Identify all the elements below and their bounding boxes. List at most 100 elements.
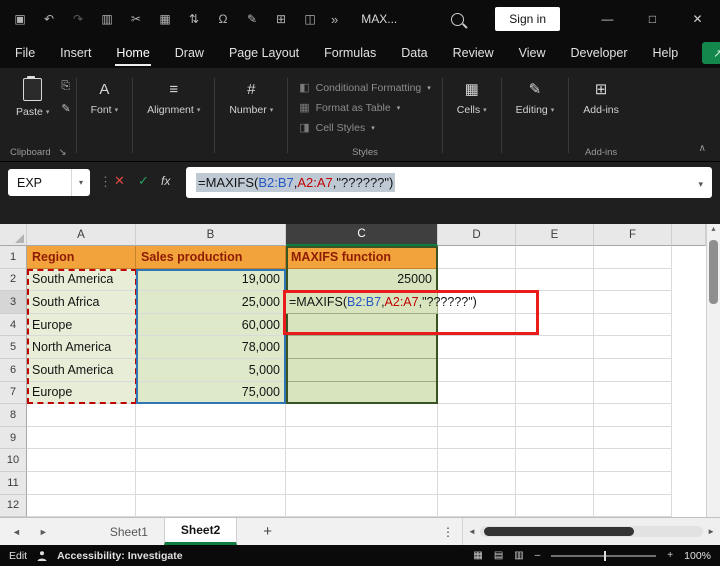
col-header-c[interactable]: C [286, 224, 438, 246]
grid-cell[interactable] [438, 246, 516, 269]
grid-cell[interactable] [438, 495, 516, 518]
grid-cell[interactable] [594, 246, 672, 269]
cell-A3[interactable]: South Africa [27, 291, 136, 314]
row-header-7[interactable]: 7 [0, 382, 27, 405]
grid-cell[interactable] [516, 495, 594, 518]
cell-A5[interactable]: North America [27, 336, 136, 359]
editing-button[interactable]: ✎ Editing▾ [507, 72, 564, 116]
vertical-scrollbar-thumb[interactable] [709, 240, 718, 304]
grid-cell[interactable] [594, 291, 672, 314]
cell-C4[interactable] [286, 314, 438, 337]
grid-cell[interactable] [438, 359, 516, 382]
cell-C1[interactable]: MAXIFS function [286, 246, 438, 269]
grid-cell[interactable] [136, 495, 286, 518]
tab-page-layout[interactable]: Page Layout [228, 40, 300, 66]
cell-B2[interactable]: 19,000 [136, 269, 286, 292]
grid-cell[interactable] [594, 359, 672, 382]
cut-icon[interactable]: ✂ [128, 12, 144, 26]
grid-cell[interactable] [516, 246, 594, 269]
draw-icon[interactable]: ✎ [244, 12, 260, 26]
tab-help[interactable]: Help [652, 40, 680, 66]
row-header-11[interactable]: 11 [0, 472, 27, 495]
tab-view[interactable]: View [518, 40, 547, 66]
minimize-button[interactable]: — [585, 0, 630, 38]
col-header-f[interactable]: F [594, 224, 672, 246]
cell-A4[interactable]: Europe [27, 314, 136, 337]
grid-cell[interactable] [27, 427, 136, 450]
picture-icon[interactable]: ▦ [157, 12, 173, 26]
cell-C7[interactable] [286, 382, 438, 405]
grid-cell[interactable] [438, 314, 516, 337]
row-header-12[interactable]: 12 [0, 495, 27, 518]
tab-developer[interactable]: Developer [570, 40, 629, 66]
tab-draw[interactable]: Draw [174, 40, 205, 66]
cell-A7[interactable]: Europe [27, 382, 136, 405]
grid-cell[interactable] [286, 404, 438, 427]
sign-in-button[interactable]: Sign in [495, 7, 560, 31]
grid-cell[interactable] [516, 314, 594, 337]
format-painter-icon[interactable]: ✎ [61, 102, 70, 115]
clipboard-dialog-launcher-icon[interactable]: ↘ [59, 147, 67, 158]
format-as-table-button[interactable]: ▦ Format as Table ▾ [299, 101, 431, 114]
scroll-left-icon[interactable]: ◄ [468, 527, 476, 536]
cell-B4[interactable]: 60,000 [136, 314, 286, 337]
accessibility-status[interactable]: Accessibility: Investigate [57, 550, 182, 562]
tab-formulas[interactable]: Formulas [323, 40, 377, 66]
copy-icon[interactable]: ⎘ [61, 80, 70, 93]
cell-A2[interactable]: South America [27, 269, 136, 292]
grid-cell[interactable] [594, 495, 672, 518]
new-sheet-icon[interactable]: + [263, 523, 272, 540]
zoom-slider[interactable] [551, 555, 656, 557]
insert-function-icon[interactable]: fx [161, 174, 170, 188]
tab-file[interactable]: File [14, 40, 36, 66]
grid-cell[interactable] [516, 449, 594, 472]
row-header-2[interactable]: 2 [0, 269, 27, 292]
grid-cell[interactable] [27, 495, 136, 518]
col-header-e[interactable]: E [516, 224, 594, 246]
grid-cell[interactable] [27, 449, 136, 472]
sheet-nav-next-icon[interactable]: ► [39, 527, 48, 537]
grid-cell[interactable] [594, 314, 672, 337]
col-header-d[interactable]: D [438, 224, 516, 246]
grid-cell[interactable] [594, 269, 672, 292]
row-header-4[interactable]: 4 [0, 314, 27, 337]
grid-cell[interactable] [516, 382, 594, 405]
cell-C3-editing[interactable]: =MAXIFS(B2:B7,A2:A7,"??????") [286, 291, 438, 314]
expand-formula-bar-icon[interactable]: ▾ [698, 179, 703, 190]
row-header-6[interactable]: 6 [0, 359, 27, 382]
cancel-icon[interactable]: ✕ [114, 173, 125, 189]
share-button[interactable]: ↗ Share [702, 42, 720, 64]
search-icon[interactable] [451, 13, 464, 26]
cell-B7[interactable]: 75,000 [136, 382, 286, 405]
grid-cell[interactable] [286, 427, 438, 450]
save-icon[interactable]: ▣ [12, 12, 28, 26]
formula-bar-handle-icon[interactable]: ⋮ [99, 174, 112, 190]
clipboard-icon[interactable]: ▥ [99, 12, 115, 26]
tab-review[interactable]: Review [452, 40, 495, 66]
grid-cell[interactable] [438, 382, 516, 405]
grid-cell[interactable] [286, 449, 438, 472]
cell-B6[interactable]: 5,000 [136, 359, 286, 382]
grid-cell[interactable] [516, 336, 594, 359]
grid-cell[interactable] [594, 404, 672, 427]
addins-button[interactable]: ⊞ Add-ins [574, 72, 628, 116]
cell-B1[interactable]: Sales production [136, 246, 286, 269]
grid-cell[interactable] [27, 472, 136, 495]
grid-cell[interactable] [438, 336, 516, 359]
close-button[interactable]: ✕ [675, 0, 720, 38]
collapse-ribbon-icon[interactable]: ∧ [699, 143, 706, 154]
undo-icon[interactable]: ↶ [41, 12, 57, 26]
cell-styles-button[interactable]: ◨ Cell Styles ▾ [299, 121, 431, 134]
grid-cell[interactable] [594, 472, 672, 495]
sheet-tab-sheet1[interactable]: Sheet1 [94, 518, 164, 545]
row-header-3[interactable]: 3 [0, 291, 27, 314]
quick-access-overflow-icon[interactable]: » [331, 12, 338, 27]
horizontal-scrollbar-thumb[interactable] [484, 527, 634, 536]
grid-cell[interactable] [438, 449, 516, 472]
redo-icon[interactable]: ↷ [70, 12, 86, 26]
grid-cell[interactable] [438, 472, 516, 495]
row-header-9[interactable]: 9 [0, 427, 27, 450]
grid-cell[interactable] [594, 449, 672, 472]
cell-C5[interactable] [286, 336, 438, 359]
zoom-slider-thumb[interactable] [604, 551, 606, 561]
